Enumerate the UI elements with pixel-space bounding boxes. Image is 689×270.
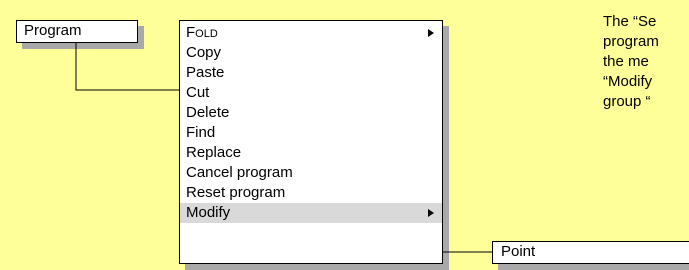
description-line: the me — [603, 53, 649, 70]
connector-lines — [75, 43, 492, 253]
description-line: The “Se — [603, 13, 657, 30]
description-line: “Modify — [603, 73, 653, 90]
description-line: program — [603, 33, 659, 50]
description-line: group “ — [603, 93, 651, 110]
description-text: The “Se program the me “Modify group “ — [603, 12, 689, 112]
program-to-menu-connector — [75, 43, 179, 91]
menu-diagram: Program Fold Copy Paste Cut Delete Find … — [0, 0, 689, 270]
